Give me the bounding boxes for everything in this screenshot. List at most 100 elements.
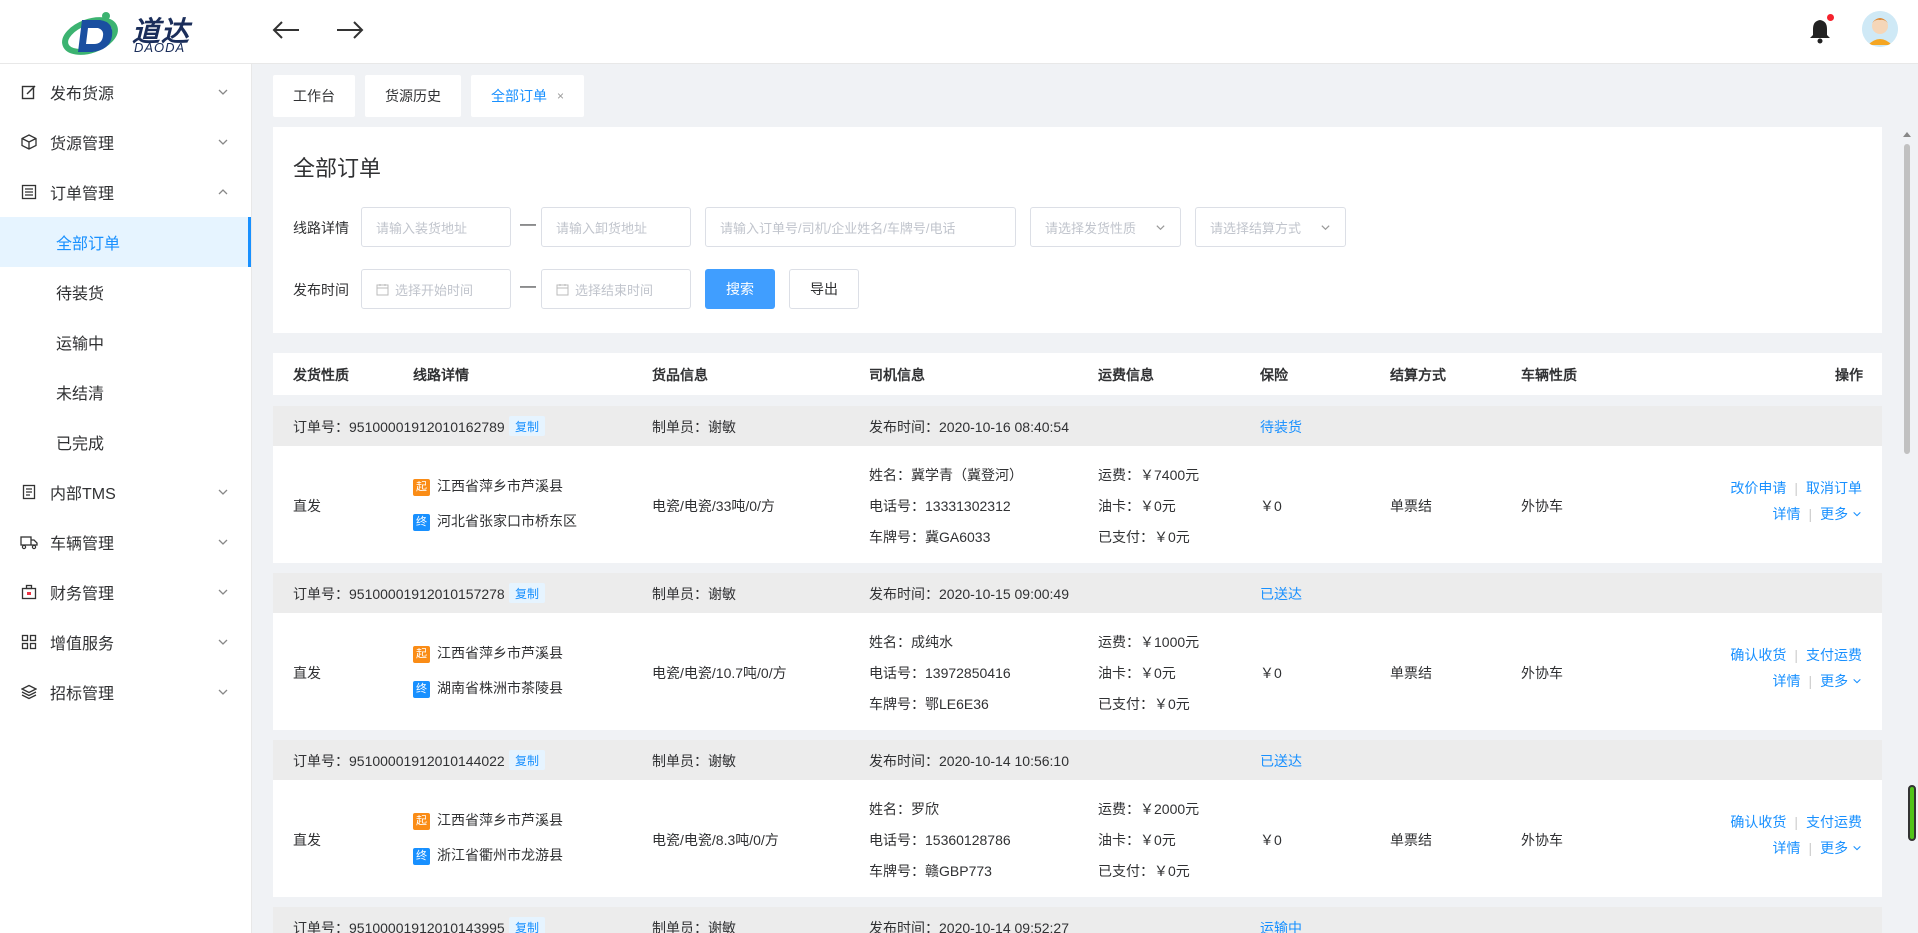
chevron-down-icon bbox=[1853, 511, 1861, 517]
order-publish-time: 发布时间：2020-10-16 08:40:54 bbox=[869, 419, 1069, 435]
order-number: 订单号：95100001912010144022 bbox=[293, 753, 505, 769]
route-to: 终河北省张家口市桥东区 bbox=[413, 511, 577, 531]
publish-time-label: 发布时间 bbox=[293, 282, 349, 298]
menu-vehicle-management[interactable]: 车辆管理 bbox=[0, 517, 251, 567]
order-status: 运输中 bbox=[1260, 920, 1302, 933]
copy-button[interactable]: 复制 bbox=[509, 917, 546, 933]
scroll-up-arrow-icon[interactable] bbox=[1903, 132, 1911, 137]
settlement: 单票结 bbox=[1390, 498, 1432, 514]
pay-freight-link[interactable]: 支付运费 bbox=[1806, 647, 1862, 663]
avatar-icon bbox=[1862, 11, 1898, 47]
user-avatar[interactable] bbox=[1862, 11, 1898, 47]
confirm-receipt-link[interactable]: 确认收货 bbox=[1730, 814, 1786, 830]
ship-type: 直发 bbox=[293, 498, 321, 514]
menu-label: 招标管理 bbox=[50, 686, 115, 703]
menu-publish-cargo[interactable]: 发布货源 bbox=[0, 67, 251, 117]
col-settlement: 结算方式 bbox=[1390, 367, 1446, 383]
submenu-in-transit[interactable]: 运输中 bbox=[0, 317, 251, 367]
menu-finance-management[interactable]: 财务管理 bbox=[0, 567, 251, 617]
ship-type: 直发 bbox=[293, 665, 321, 681]
order-status: 已送达 bbox=[1260, 753, 1302, 769]
pay-freight-link[interactable]: 支付运费 bbox=[1806, 814, 1862, 830]
more-dropdown[interactable]: 更多 bbox=[1820, 673, 1862, 689]
chevron-down-icon bbox=[218, 89, 228, 95]
copy-button[interactable]: 复制 bbox=[509, 583, 546, 603]
tab-workbench[interactable]: 工作台 bbox=[273, 75, 355, 117]
order-maker: 制单员：谢敏 bbox=[652, 419, 736, 435]
more-dropdown[interactable]: 更多 bbox=[1820, 506, 1862, 522]
col-goods: 货品信息 bbox=[652, 367, 708, 383]
layers-icon bbox=[20, 683, 38, 701]
freight: 运费：￥2000元 bbox=[1098, 801, 1200, 817]
order-publish-time: 发布时间：2020-10-15 09:00:49 bbox=[869, 586, 1069, 602]
cancel-order-link[interactable]: 取消订单 bbox=[1806, 480, 1862, 496]
close-icon[interactable]: × bbox=[557, 89, 564, 103]
menu-value-added-services[interactable]: 增值服务 bbox=[0, 617, 251, 667]
load-address-input[interactable]: 请输入装货地址 bbox=[361, 207, 511, 247]
order-header-row: 订单号：95100001912010162789 复制 制单员：谢敏 发布时间：… bbox=[273, 406, 1882, 446]
menu-label: 财务管理 bbox=[50, 586, 115, 603]
menu-internal-tms[interactable]: 内部TMS bbox=[0, 467, 251, 517]
notification-dot bbox=[1827, 14, 1834, 21]
range-dash: — bbox=[520, 278, 536, 295]
chevron-down-icon bbox=[218, 539, 228, 545]
order-detail-row: 直发 起江西省萍乡市芦溪县 终湖南省株洲市茶陵县 电瓷/电瓷/10.7吨/0/方… bbox=[273, 613, 1882, 730]
detail-link[interactable]: 详情 bbox=[1772, 840, 1800, 856]
menu-cargo-management[interactable]: 货源管理 bbox=[0, 117, 251, 167]
submenu-all-orders[interactable]: 全部订单 bbox=[0, 217, 251, 267]
order-detail-row: 直发 起江西省萍乡市芦溪县 终浙江省衢州市龙游县 电瓷/电瓷/8.3吨/0/方 … bbox=[273, 780, 1882, 897]
oil-card: 油卡：￥0元 bbox=[1098, 498, 1176, 514]
menu-bidding-management[interactable]: 招标管理 bbox=[0, 667, 251, 717]
calendar-icon bbox=[556, 283, 569, 295]
goods-info: 电瓷/电瓷/8.3吨/0/方 bbox=[652, 832, 779, 848]
menu-order-management[interactable]: 订单管理 bbox=[0, 167, 251, 217]
driver-phone: 电话号：13972850416 bbox=[869, 665, 1011, 681]
detail-link[interactable]: 详情 bbox=[1772, 673, 1800, 689]
forward-button[interactable] bbox=[332, 14, 368, 46]
tab-cargo-history[interactable]: 货源历史 bbox=[365, 75, 461, 117]
edit-icon bbox=[20, 83, 38, 101]
action-links-row2: 详情 | 更多 bbox=[1772, 671, 1862, 691]
action-links-row1: 改价申请 | 取消订单 bbox=[1730, 480, 1862, 496]
end-badge: 终 bbox=[413, 513, 430, 531]
keyword-search-input[interactable]: 请输入订单号/司机/企业姓名/车牌号/电话 bbox=[705, 207, 1016, 247]
freight: 运费：￥7400元 bbox=[1098, 467, 1200, 483]
search-button[interactable]: 搜索 bbox=[705, 269, 775, 309]
settlement-select[interactable]: 请选择结算方式 bbox=[1195, 207, 1346, 247]
submenu-unsettled[interactable]: 未结清 bbox=[0, 367, 251, 417]
tab-all-orders[interactable]: 全部订单 × bbox=[471, 75, 585, 117]
submenu-completed[interactable]: 已完成 bbox=[0, 417, 251, 467]
end-badge: 终 bbox=[413, 847, 430, 865]
more-dropdown[interactable]: 更多 bbox=[1820, 840, 1862, 856]
chevron-down-icon bbox=[218, 139, 228, 145]
menu-label: 内部TMS bbox=[50, 486, 116, 503]
confirm-receipt-link[interactable]: 确认收货 bbox=[1730, 647, 1786, 663]
change-price-link[interactable]: 改价申请 bbox=[1730, 480, 1786, 496]
route-to: 终湖南省株洲市茶陵县 bbox=[413, 678, 563, 698]
placeholder: 请选择发货性质 bbox=[1045, 220, 1137, 236]
start-date-picker[interactable]: 选择开始时间 bbox=[361, 269, 511, 309]
end-date-picker[interactable]: 选择结束时间 bbox=[541, 269, 691, 309]
col-driver: 司机信息 bbox=[869, 367, 925, 383]
chevron-down-icon bbox=[1321, 225, 1330, 231]
ship-type-select[interactable]: 请选择发货性质 bbox=[1030, 207, 1181, 247]
submenu-pending-load[interactable]: 待装货 bbox=[0, 267, 251, 317]
copy-button[interactable]: 复制 bbox=[509, 416, 546, 436]
scrollbar-thumb[interactable] bbox=[1904, 144, 1910, 454]
unload-address-input[interactable]: 请输入卸货地址 bbox=[541, 207, 691, 247]
tab-label: 工作台 bbox=[293, 88, 335, 104]
vehicle-type: 外协车 bbox=[1521, 498, 1563, 514]
notification-button[interactable] bbox=[1808, 14, 1836, 44]
back-button[interactable] bbox=[268, 14, 304, 46]
brand-logo[interactable]: 道达 DAODA bbox=[60, 8, 190, 56]
route-from: 起江西省萍乡市芦溪县 bbox=[413, 643, 563, 663]
copy-button[interactable]: 复制 bbox=[509, 750, 546, 770]
floating-scroll-handle[interactable] bbox=[1908, 785, 1916, 841]
driver-name: 姓名：成纯水 bbox=[869, 634, 953, 650]
paid-amount: 已支付：￥0元 bbox=[1098, 529, 1190, 545]
filter-panel: 全部订单 线路详情 请输入装货地址 — 请输入卸货地址 请输入订单号/司机/企业… bbox=[273, 127, 1882, 333]
detail-link[interactable]: 详情 bbox=[1772, 506, 1800, 522]
driver-phone: 电话号：15360128786 bbox=[869, 832, 1011, 848]
order-maker: 制单员：谢敏 bbox=[652, 753, 736, 769]
export-button[interactable]: 导出 bbox=[789, 269, 859, 309]
